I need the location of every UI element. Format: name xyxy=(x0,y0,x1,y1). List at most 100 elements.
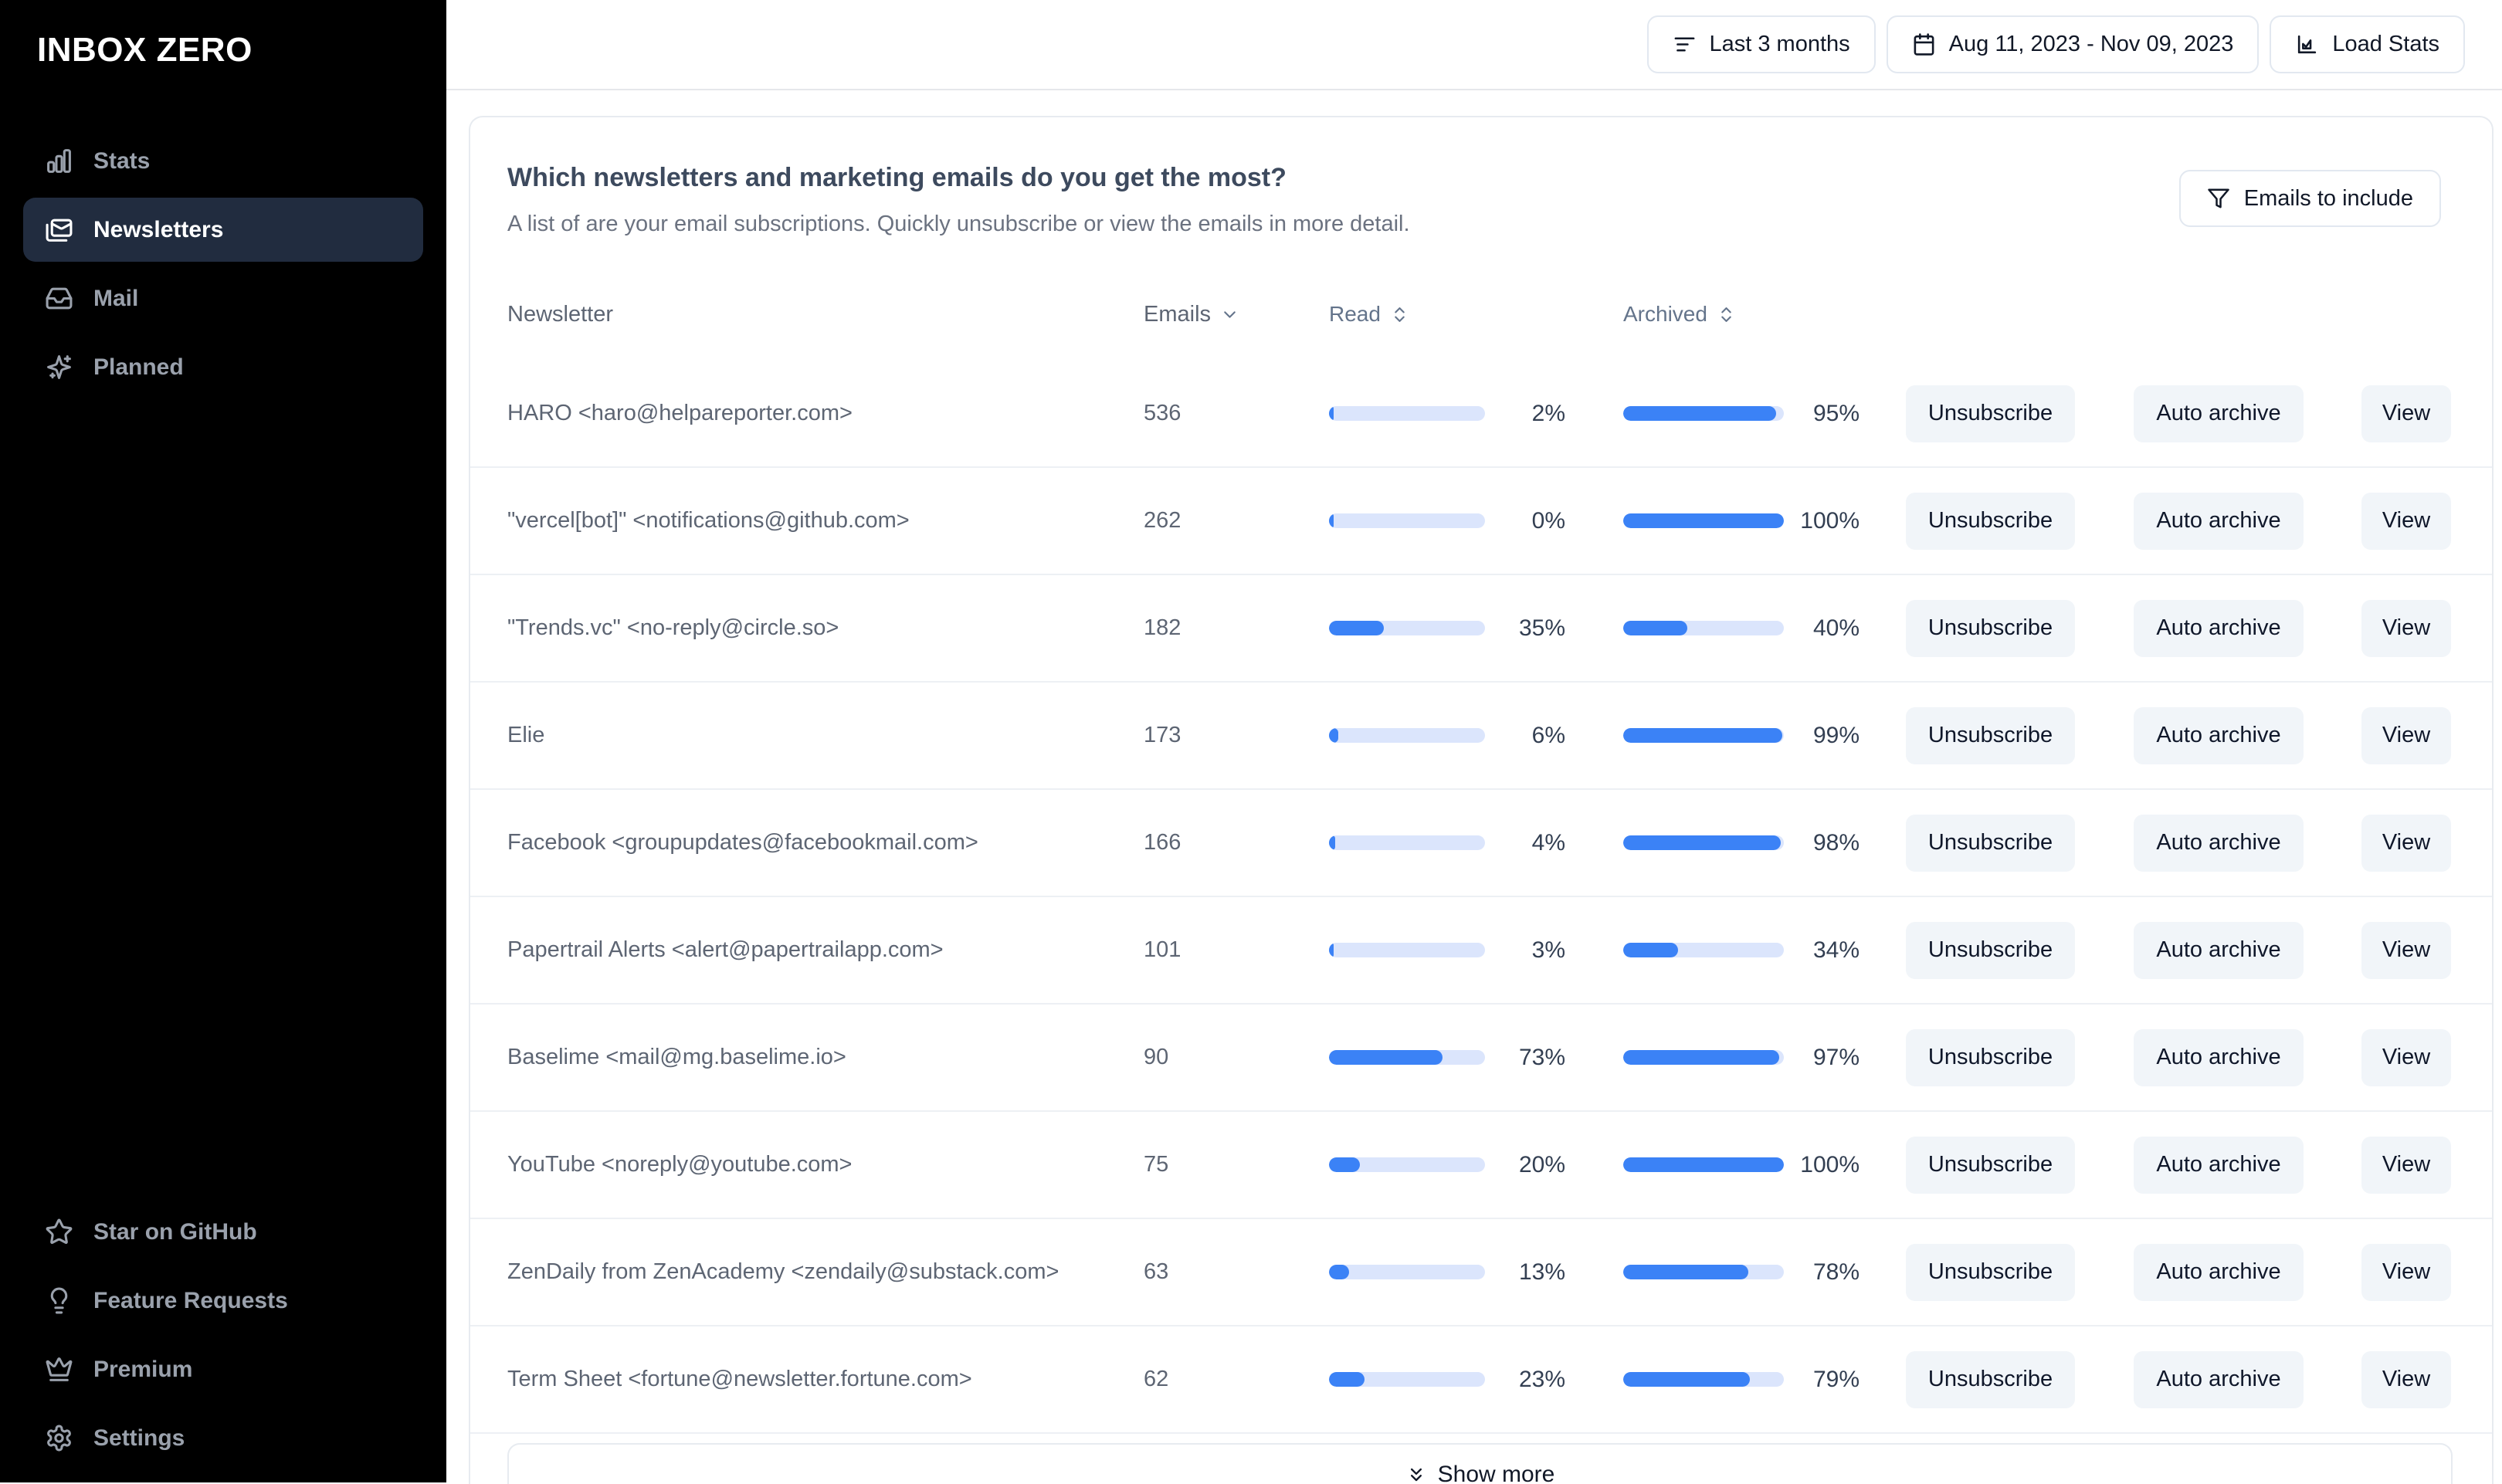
sidebar-item-label: Star on GitHub xyxy=(93,1218,257,1245)
archived-progress-track xyxy=(1623,406,1784,421)
view-button[interactable]: View xyxy=(2361,814,2451,872)
view-button[interactable]: View xyxy=(2361,706,2451,764)
date-range-picker-button[interactable]: Aug 11, 2023 - Nov 09, 2023 xyxy=(1886,15,2260,73)
archived-progress-track xyxy=(1623,835,1784,850)
sidebar-nav: Stats Newsletters Mail Planned xyxy=(23,129,423,399)
read-percent: 6% xyxy=(1531,722,1565,748)
archived-progress xyxy=(1623,1050,1784,1065)
archived-percent: 34% xyxy=(1812,937,1860,963)
unsubscribe-button[interactable]: Unsubscribe xyxy=(1906,1350,2075,1408)
auto-archive-cell: Auto archive xyxy=(2134,1028,2304,1086)
auto-archive-button[interactable]: Auto archive xyxy=(2134,1243,2304,1301)
column-archived-sort[interactable]: Archived xyxy=(1623,302,1736,327)
view-button[interactable]: View xyxy=(2361,1028,2451,1086)
read-progress-fill xyxy=(1329,1050,1443,1065)
auto-archive-cell: Auto archive xyxy=(2134,814,2304,872)
calendar-icon xyxy=(1912,32,1936,56)
archived-progress-fill xyxy=(1623,406,1776,421)
newsletter-name: ZenDaily from ZenAcademy <zendaily@subst… xyxy=(507,1259,1059,1284)
unsubscribe-button[interactable]: Unsubscribe xyxy=(1906,385,2075,442)
unsubscribe-cell: Unsubscribe xyxy=(1906,814,2075,872)
auto-archive-button[interactable]: Auto archive xyxy=(2134,1028,2304,1086)
unsubscribe-button[interactable]: Unsubscribe xyxy=(1906,599,2075,657)
read-progress-fill xyxy=(1329,1157,1361,1172)
lightbulb-icon xyxy=(45,1286,73,1315)
archived-percent: 99% xyxy=(1812,722,1860,748)
unsubscribe-button[interactable]: Unsubscribe xyxy=(1906,1136,2075,1194)
auto-archive-button[interactable]: Auto archive xyxy=(2134,706,2304,764)
view-cell: View xyxy=(2361,492,2451,550)
chevrons-down-icon xyxy=(1405,1462,1427,1484)
emails-count: 182 xyxy=(1144,615,1182,640)
view-button[interactable]: View xyxy=(2361,1136,2451,1194)
archived-progress xyxy=(1623,943,1784,957)
gear-icon xyxy=(45,1424,73,1452)
sidebar-item-planned[interactable]: Planned xyxy=(23,335,423,399)
view-button[interactable]: View xyxy=(2361,921,2451,979)
auto-archive-button[interactable]: Auto archive xyxy=(2134,492,2304,550)
emails-count: 62 xyxy=(1144,1367,1169,1391)
archived-progress xyxy=(1623,835,1784,850)
chevrons-up-down-icon xyxy=(1390,305,1409,324)
load-stats-button[interactable]: Load Stats xyxy=(2270,15,2465,73)
newsletter-row: Term Sheet <fortune@newsletter.fortune.c… xyxy=(470,1326,2492,1434)
view-button[interactable]: View xyxy=(2361,492,2451,550)
unsubscribe-button[interactable]: Unsubscribe xyxy=(1906,492,2075,550)
view-button[interactable]: View xyxy=(2361,385,2451,442)
list-filter-icon xyxy=(1673,32,1697,56)
auto-archive-button[interactable]: Auto archive xyxy=(2134,599,2304,657)
sidebar-item-star-on-github[interactable]: Star on GitHub xyxy=(23,1200,423,1264)
auto-archive-cell: Auto archive xyxy=(2134,599,2304,657)
sidebar-item-stats[interactable]: Stats xyxy=(23,129,423,193)
archived-progress-track xyxy=(1623,1157,1784,1172)
newsletter-row: HARO <haro@helpareporter.com> 536 2% 95% Uns… xyxy=(470,361,2492,468)
column-emails-sort[interactable]: Emails xyxy=(1144,302,1239,327)
emails-to-include-button[interactable]: Emails to include xyxy=(2178,170,2441,227)
archived-percent: 78% xyxy=(1812,1259,1860,1285)
panel-title: Which newsletters and marketing emails d… xyxy=(507,163,1287,192)
auto-archive-button[interactable]: Auto archive xyxy=(2134,1136,2304,1194)
unsubscribe-button[interactable]: Unsubscribe xyxy=(1906,1243,2075,1301)
sidebar-item-newsletters[interactable]: Newsletters xyxy=(23,198,423,262)
unsubscribe-button[interactable]: Unsubscribe xyxy=(1906,814,2075,872)
emails-count: 173 xyxy=(1144,723,1182,747)
app-logo: INBOX ZERO xyxy=(37,31,253,69)
newsletter-row: "Trends.vc" <no-reply@circle.so> 182 35% 40… xyxy=(470,575,2492,683)
view-cell: View xyxy=(2361,921,2451,979)
sidebar-item-mail[interactable]: Mail xyxy=(23,266,423,330)
auto-archive-button[interactable]: Auto archive xyxy=(2134,814,2304,872)
read-progress-track xyxy=(1329,621,1485,635)
column-read-sort[interactable]: Read xyxy=(1329,302,1409,327)
sidebar-item-label: Feature Requests xyxy=(93,1287,288,1313)
emails-count: 262 xyxy=(1144,508,1182,533)
sidebar-item-label: Mail xyxy=(93,285,139,311)
newsletter-row: Facebook <groupupdates@facebookmail.com>… xyxy=(470,790,2492,897)
emails-count: 536 xyxy=(1144,401,1182,425)
show-more-button[interactable]: Show more xyxy=(507,1443,2453,1484)
unsubscribe-button[interactable]: Unsubscribe xyxy=(1906,1028,2075,1086)
newsletter-name: Elie xyxy=(507,723,545,747)
read-progress-track xyxy=(1329,1050,1485,1065)
read-progress-fill xyxy=(1329,835,1336,850)
column-newsletter: Newsletter xyxy=(507,301,613,327)
newsletter-row: ZenDaily from ZenAcademy <zendaily@subst… xyxy=(470,1219,2492,1326)
read-progress-track xyxy=(1329,943,1485,957)
newsletter-name: Papertrail Alerts <alert@papertrailapp.c… xyxy=(507,937,944,962)
auto-archive-button[interactable]: Auto archive xyxy=(2134,1350,2304,1408)
read-percent: 13% xyxy=(1518,1259,1565,1285)
date-range-preset-button[interactable]: Last 3 months xyxy=(1646,15,1876,73)
auto-archive-button[interactable]: Auto archive xyxy=(2134,385,2304,442)
view-button[interactable]: View xyxy=(2361,1243,2451,1301)
auto-archive-button[interactable]: Auto archive xyxy=(2134,921,2304,979)
archived-progress-fill xyxy=(1623,1050,1779,1065)
view-button[interactable]: View xyxy=(2361,1350,2451,1408)
unsubscribe-button[interactable]: Unsubscribe xyxy=(1906,921,2075,979)
sidebar-item-feature-requests[interactable]: Feature Requests xyxy=(23,1269,423,1333)
top-bar: Last 3 months Aug 11, 2023 - Nov 09, 202… xyxy=(446,0,2502,90)
unsubscribe-button[interactable]: Unsubscribe xyxy=(1906,706,2075,764)
read-progress xyxy=(1329,943,1485,957)
sidebar-item-premium[interactable]: Premium xyxy=(23,1337,423,1401)
view-button[interactable]: View xyxy=(2361,599,2451,657)
sidebar-item-settings[interactable]: Settings xyxy=(23,1406,423,1470)
read-percent: 35% xyxy=(1518,615,1565,641)
